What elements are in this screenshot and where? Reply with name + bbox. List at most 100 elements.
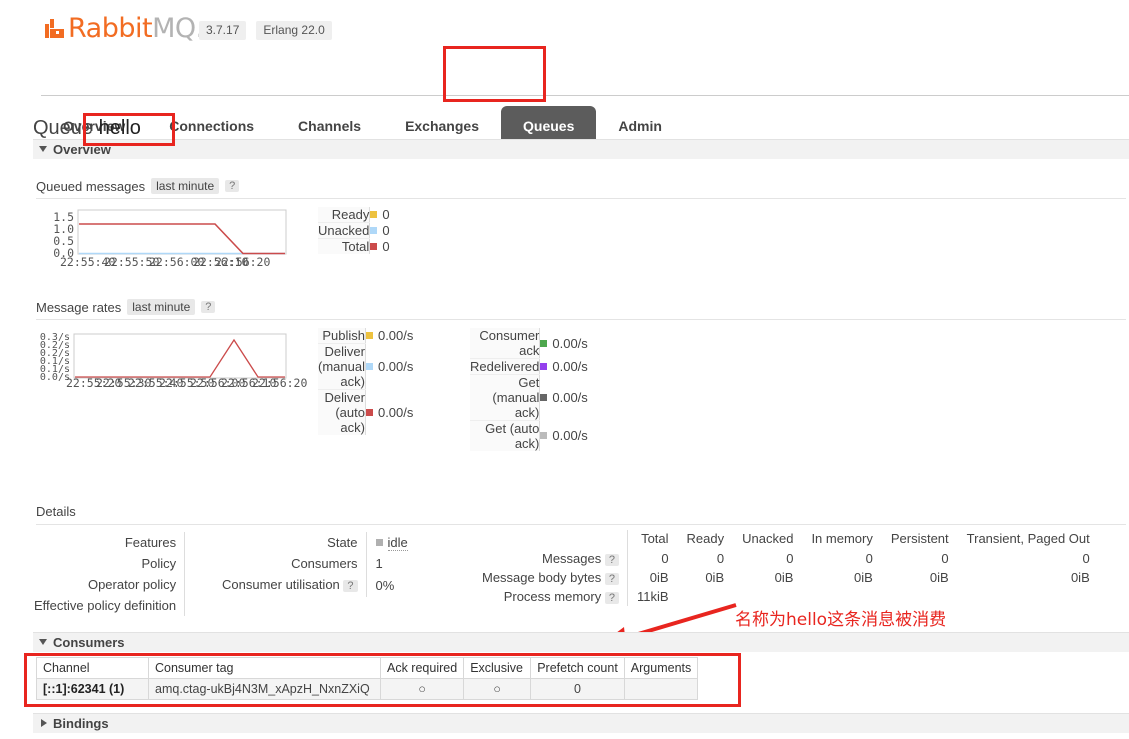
erlang-version-badge: Erlang 22.0 — [256, 21, 332, 40]
details-row: Features — [30, 532, 188, 553]
queued-messages-heading: Queued messages last minute ? — [36, 178, 240, 194]
rabbitmq-logo-icon — [44, 18, 66, 40]
stats-bytes-in-memory: 0iB — [854, 570, 873, 585]
section-header-consumers[interactable]: Consumers — [33, 632, 1129, 652]
table-row[interactable]: [::1]:62341 (1) amq.ctag-ukBj4N3M_xApzH_… — [36, 678, 699, 700]
stats-col-total: Total — [641, 531, 669, 546]
consumers-col-channel[interactable]: Channel — [36, 657, 149, 679]
legend-label-ready: Ready — [318, 207, 370, 223]
stats-empty — [882, 587, 958, 606]
stats-empty — [802, 587, 881, 606]
chevron-right-icon — [41, 719, 47, 727]
stats-row-messages: Messages ? 0 0 0 0 0 0 — [478, 549, 1099, 568]
message-rates-legend-right: Consumer ack 0.00/s Redelivered 0.00/s G… — [470, 328, 588, 451]
svg-text:22:56:20: 22:56:20 — [215, 255, 270, 269]
stats-key-message-body-bytes: Message body bytes ? — [478, 568, 627, 587]
stats-bytes-unacked: 0iB — [774, 570, 794, 585]
help-icon-message-rates[interactable]: ? — [201, 301, 216, 313]
legend-value-unacked: 0 — [369, 222, 390, 239]
legend-swatch-unacked — [370, 227, 378, 234]
consumers-col-prefetch-count[interactable]: Prefetch count — [530, 657, 625, 679]
legend-value-ready: 0 — [369, 207, 390, 223]
stats-messages-ready: 0 — [716, 551, 725, 566]
details-divider — [184, 532, 188, 553]
legend-label-publish: Publish — [318, 328, 366, 344]
consumers-table: Channel Consumer tag Ack required Exclus… — [36, 657, 699, 700]
stats-bytes-persistent: 0iB — [929, 570, 949, 585]
legend-swatch-get-manual-ack — [540, 394, 548, 401]
stats-bytes-ready: 0iB — [705, 570, 725, 585]
details-mid-column: State idle Consumers 1 Consumer utilisat… — [218, 532, 414, 597]
queued-messages-legend: Ready 0 Unacked 0 Total 0 — [318, 207, 390, 254]
help-icon-messages[interactable]: ? — [604, 554, 619, 566]
details-key-consumer-utilisation: Consumer utilisation ? — [218, 574, 366, 597]
help-icon-message-body-bytes[interactable]: ? — [604, 573, 619, 585]
message-rates-period[interactable]: last minute — [127, 299, 196, 315]
details-value-state: idle — [365, 532, 414, 553]
stats-col-transient-paged-out: Transient, Paged Out — [966, 531, 1090, 546]
legend-row: Redelivered 0.00/s — [470, 358, 588, 375]
consumers-col-consumer-tag[interactable]: Consumer tag — [148, 657, 381, 679]
section-header-bindings[interactable]: Bindings — [33, 713, 1129, 733]
message-rates-rule — [36, 319, 1126, 320]
details-row: State idle — [218, 532, 414, 553]
details-divider — [184, 553, 188, 574]
legend-value-total: 0 — [369, 238, 390, 254]
chevron-down-icon — [39, 639, 47, 645]
section-label-consumers: Consumers — [53, 635, 125, 650]
consumers-cell-ack-required: ○ — [379, 678, 465, 700]
chevron-down-icon — [39, 146, 47, 152]
page-title: Queue hello — [33, 117, 141, 140]
section-header-overview[interactable]: Overview — [33, 139, 1129, 159]
queued-messages-period[interactable]: last minute — [151, 178, 220, 194]
legend-swatch-get-auto-ack — [540, 432, 548, 440]
stats-messages-unacked: 0 — [786, 551, 794, 566]
stats-corner — [478, 530, 627, 549]
version-badges: 3.7.17 Erlang 22.0 — [199, 21, 332, 40]
section-label-overview: Overview — [53, 142, 111, 157]
stats-col-persistent: Persistent — [890, 531, 949, 546]
details-key-operator-policy: Operator policy — [87, 577, 177, 592]
legend-label-redelivered: Redelivered — [470, 358, 540, 375]
legend-row: Unacked 0 — [318, 222, 390, 239]
details-row: Policy — [30, 553, 188, 574]
rabbitmq-logo[interactable]: RabbitMQ. — [44, 13, 204, 44]
stats-messages-total: 0 — [661, 551, 669, 566]
svg-text:22:56:20: 22:56:20 — [252, 376, 307, 390]
stats-messages-persistent: 0 — [941, 551, 949, 566]
details-key-consumers: Consumers — [291, 556, 358, 571]
section-label-bindings: Bindings — [53, 716, 109, 731]
stats-row-process-memory: Process memory ? 11kiB — [478, 587, 1099, 606]
legend-row: Deliver (manual ack) 0.00/s — [318, 343, 414, 390]
legend-label-total: Total — [318, 238, 370, 254]
stats-row-message-body-bytes: Message body bytes ? 0iB 0iB 0iB 0iB 0iB… — [478, 568, 1099, 587]
consumers-col-exclusive[interactable]: Exclusive — [463, 657, 532, 679]
legend-value-redelivered: 0.00/s — [539, 358, 588, 375]
queue-name: hello — [98, 117, 141, 139]
consumers-col-arguments[interactable]: Arguments — [623, 657, 699, 679]
details-key-effective-policy-definition: Effective policy definition — [34, 598, 177, 613]
consumers-cell-exclusive: ○ — [463, 678, 532, 700]
message-rates-heading: Message rates last minute ? — [36, 299, 216, 315]
legend-row: Get (manual ack) 0.00/s — [470, 374, 588, 421]
details-row: Effective policy definition — [30, 595, 188, 616]
details-key-policy: Policy — [141, 556, 177, 571]
consumers-cell-channel[interactable]: [::1]:62341 (1) — [36, 678, 149, 700]
legend-swatch-deliver-manual-ack — [365, 363, 373, 370]
legend-value-publish: 0.00/s — [364, 328, 414, 344]
message-rates-label: Message rates — [36, 299, 122, 315]
annotation-text: 名称为hello这条消息被消费 — [735, 610, 947, 630]
main-navigation: Overview Connections Channels Exchanges … — [0, 52, 1129, 147]
details-key-state: State — [327, 535, 358, 550]
legend-swatch-consumer-ack — [540, 339, 548, 347]
stats-bytes-total: 0iB — [649, 570, 669, 585]
page-title-prefix: Queue — [33, 117, 94, 139]
legend-label-consumer-ack: Consumer ack — [470, 328, 540, 359]
help-icon-queued-messages[interactable]: ? — [225, 180, 240, 192]
legend-swatch-redelivered — [540, 363, 548, 370]
consumers-col-ack-required[interactable]: Ack required — [379, 657, 465, 679]
consumers-cell-consumer-tag: amq.ctag-ukBj4N3M_xApzH_NxnZXiQ — [148, 678, 381, 700]
legend-label-get-auto-ack: Get (auto ack) — [470, 420, 540, 451]
help-icon-consumer-utilisation[interactable]: ? — [343, 580, 358, 592]
stats-header-row: Total Ready Unacked In memory Persistent… — [478, 530, 1099, 549]
